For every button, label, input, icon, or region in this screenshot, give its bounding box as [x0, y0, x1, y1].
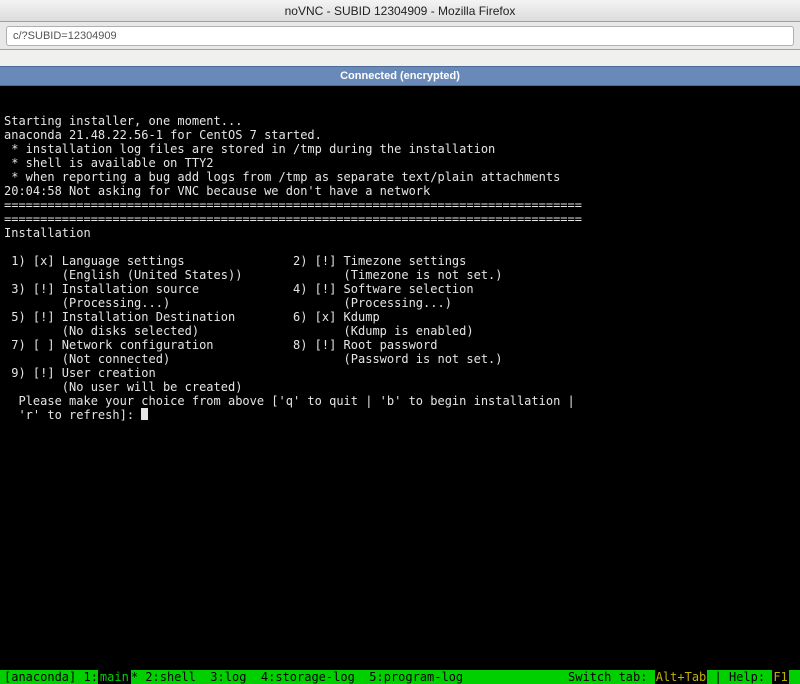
- status-left: [anaconda] 1:main* 2:shell 3:log 4:stora…: [4, 670, 470, 684]
- status-active-tab: main: [98, 670, 131, 684]
- browser-toolbar: c/?SUBID=12304909: [0, 22, 800, 50]
- browser-chrome-gap: [0, 50, 800, 66]
- window-title: noVNC - SUBID 12304909 - Mozilla Firefox: [285, 4, 516, 18]
- url-text: c/?SUBID=12304909: [13, 30, 117, 42]
- novnc-status-bar: Connected (encrypted): [0, 66, 800, 86]
- novnc-status-text: Connected (encrypted): [340, 70, 460, 82]
- terminal-output: Starting installer, one moment... anacon…: [0, 114, 800, 422]
- status-right: Switch tab: Alt+Tab | Help: F1: [568, 670, 796, 684]
- window-titlebar: noVNC - SUBID 12304909 - Mozilla Firefox: [0, 0, 800, 22]
- tmux-status-bar: [anaconda] 1:main* 2:shell 3:log 4:stora…: [0, 670, 800, 684]
- terminal-cursor: [141, 408, 148, 420]
- url-input[interactable]: c/?SUBID=12304909: [6, 26, 794, 46]
- terminal[interactable]: Starting installer, one moment... anacon…: [0, 86, 800, 684]
